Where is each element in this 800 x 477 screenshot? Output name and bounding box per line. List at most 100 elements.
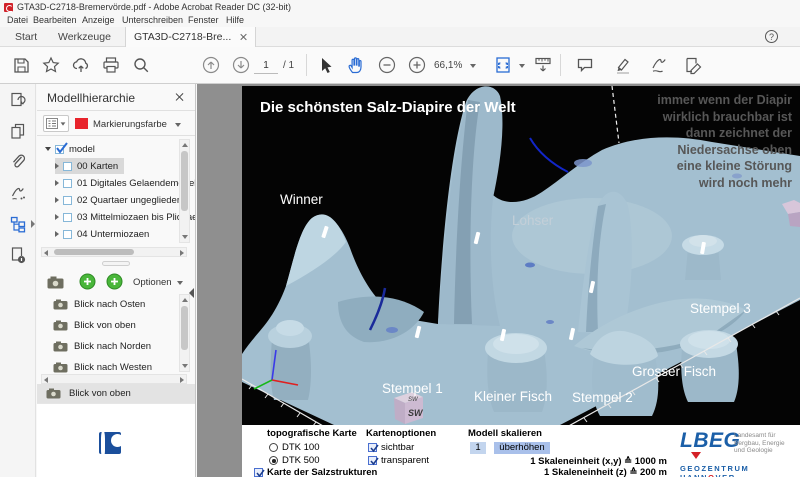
- tree-options-button[interactable]: [43, 115, 69, 132]
- menu-anzeige[interactable]: Anzeige: [82, 15, 115, 25]
- menu-unterschreiben[interactable]: Unterschreiben: [122, 15, 183, 25]
- exaggerate-button[interactable]: überhöhen: [494, 442, 550, 454]
- expander-closed-icon[interactable]: [55, 163, 59, 169]
- add-view-button-2[interactable]: [106, 273, 123, 290]
- model-tree-panel-button[interactable]: [7, 213, 29, 235]
- sign-button[interactable]: [644, 50, 674, 80]
- checkbox-unchecked[interactable]: [63, 179, 72, 188]
- scroll-left-icon[interactable]: [44, 377, 48, 383]
- scale-value-field[interactable]: 1: [470, 442, 486, 454]
- signatures-panel-button[interactable]: [7, 182, 29, 204]
- scroll-right-icon[interactable]: [180, 377, 184, 383]
- expander-closed-icon[interactable]: [55, 231, 59, 237]
- scroll-right-icon[interactable]: [180, 250, 184, 256]
- tree-item-02-quartaer[interactable]: 02 Quartaer ungegliedert: [55, 192, 183, 208]
- search-button[interactable]: [126, 50, 156, 80]
- zoom-in-button[interactable]: [402, 50, 432, 80]
- scrollbar-thumb[interactable]: [54, 249, 134, 255]
- tab-close-icon[interactable]: [239, 33, 247, 41]
- marker-color-chevron-icon[interactable]: [175, 123, 181, 127]
- tree-item-01-dgm[interactable]: 01 Digitales Gelaendemodell: [55, 175, 195, 191]
- page-number-input[interactable]: [254, 57, 278, 74]
- scroll-up-icon[interactable]: [182, 143, 188, 147]
- measure-button[interactable]: [528, 50, 558, 80]
- tree-vertical-scrollbar[interactable]: [179, 139, 190, 243]
- menu-hilfe[interactable]: Hilfe: [226, 15, 244, 25]
- previous-page-button[interactable]: [196, 50, 226, 80]
- highlight-button[interactable]: [608, 50, 638, 80]
- panel-close-icon[interactable]: [175, 92, 185, 102]
- scroll-down-icon[interactable]: [182, 235, 188, 239]
- salt-structures-checkbox[interactable]: Karte der Salzstrukturen: [254, 467, 377, 477]
- view-item-osten[interactable]: Blick nach Osten: [37, 294, 195, 314]
- next-page-button[interactable]: [226, 50, 256, 80]
- attachments-panel-button[interactable]: [7, 151, 29, 173]
- view-camera-button[interactable]: [43, 273, 67, 291]
- zoom-level-value[interactable]: 66,1%: [434, 60, 462, 71]
- radio-dtk100[interactable]: DTK 100: [269, 442, 320, 453]
- hand-tool-button[interactable]: [340, 50, 370, 80]
- checkbox-checked-icon[interactable]: [368, 456, 377, 465]
- zoom-out-button[interactable]: [372, 50, 402, 80]
- tree-item-00-karten[interactable]: 00 Karten: [55, 158, 124, 174]
- add-view-button[interactable]: [79, 273, 96, 290]
- tab-werkzeuge[interactable]: Werkzeuge: [58, 27, 111, 47]
- print-button[interactable]: [96, 50, 126, 80]
- help-icon[interactable]: ?: [765, 30, 778, 43]
- options-chevron-icon[interactable]: [177, 281, 183, 285]
- view-item-oben[interactable]: Blick von oben: [37, 315, 195, 335]
- select-tool-button[interactable]: [310, 50, 340, 80]
- expander-closed-icon[interactable]: [55, 180, 59, 186]
- radio-icon-unselected[interactable]: [269, 443, 278, 452]
- visible-checkbox[interactable]: sichtbar: [368, 442, 414, 453]
- upload-button[interactable]: [66, 50, 96, 80]
- page-fit-button[interactable]: [488, 50, 518, 80]
- checkbox-unchecked[interactable]: [63, 230, 72, 239]
- views-horizontal-scrollbar[interactable]: [41, 374, 187, 384]
- radio-dtk500[interactable]: DTK 500: [269, 455, 320, 466]
- fill-sign-button[interactable]: [678, 50, 708, 80]
- tree-item-03-mittelmiozaen[interactable]: 03 Mittelmiozaen bis Pliozae: [55, 209, 195, 225]
- tree-item-model[interactable]: model: [45, 141, 95, 157]
- tree-horizontal-scrollbar[interactable]: [41, 247, 187, 257]
- options-button[interactable]: Optionen: [133, 277, 172, 288]
- page-info-panel-button[interactable]: [7, 244, 29, 266]
- checkbox-unchecked[interactable]: [63, 162, 72, 171]
- zoom-chevron-down-icon[interactable]: [470, 64, 476, 68]
- scroll-up-icon[interactable]: [182, 298, 188, 302]
- scroll-left-icon[interactable]: [44, 250, 48, 256]
- transparent-checkbox[interactable]: transparent: [368, 455, 429, 466]
- save-button[interactable]: [6, 50, 36, 80]
- menu-datei[interactable]: Datei: [7, 15, 28, 25]
- radio-icon-selected[interactable]: [269, 456, 278, 465]
- page-thumbnails-panel-button[interactable]: [7, 120, 29, 142]
- current-view-row[interactable]: Blick von oben: [37, 384, 195, 403]
- export-pdf-panel-button[interactable]: [7, 89, 29, 111]
- scroll-down-icon[interactable]: [182, 364, 188, 368]
- scrollbar-thumb[interactable]: [181, 151, 188, 211]
- tab-document[interactable]: GTA3D-C2718-Bre...: [125, 27, 256, 47]
- star-button[interactable]: [36, 50, 66, 80]
- menu-bearbeiten[interactable]: Bearbeiten: [33, 15, 77, 25]
- tab-start[interactable]: Start: [15, 27, 37, 47]
- tree-item-04-untermiozaen[interactable]: 04 Untermiozaen: [55, 226, 149, 242]
- marker-color-label[interactable]: Markierungsfarbe: [93, 119, 167, 130]
- scrollbar-thumb[interactable]: [181, 306, 188, 350]
- comment-button[interactable]: [570, 50, 600, 80]
- checkbox-checked-icon[interactable]: [254, 468, 263, 477]
- checkbox-checked[interactable]: [55, 145, 64, 154]
- fit-chevron-down-icon[interactable]: [519, 64, 525, 68]
- checkbox-unchecked[interactable]: [63, 196, 72, 205]
- pdf-3d-annotation[interactable]: SW SW Die schönsten Salz-Diapire der Wel…: [242, 86, 800, 425]
- rail-flyout-arrow-icon[interactable]: [31, 220, 35, 228]
- view-item-norden[interactable]: Blick nach Norden: [37, 336, 195, 356]
- checkbox-unchecked[interactable]: [63, 213, 72, 222]
- menu-fenster[interactable]: Fenster: [188, 15, 219, 25]
- panel-splitter[interactable]: [102, 261, 130, 266]
- views-vertical-scrollbar[interactable]: [179, 294, 190, 372]
- marker-color-swatch[interactable]: [75, 118, 88, 129]
- checkbox-checked-icon[interactable]: [368, 443, 377, 452]
- expander-closed-icon[interactable]: [55, 197, 59, 203]
- expander-closed-icon[interactable]: [55, 214, 59, 220]
- expander-open-icon[interactable]: [45, 147, 51, 151]
